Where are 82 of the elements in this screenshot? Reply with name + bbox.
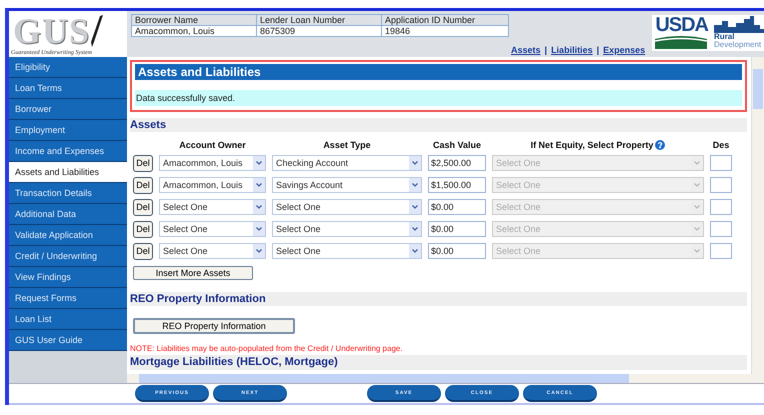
info-header: Application ID Number [382,14,508,26]
asset-type-select[interactable]: Select One [272,199,422,215]
column-header: If Net Equity, Select Property [530,140,654,150]
delete-button[interactable]: Del [133,176,153,194]
sidebar-item[interactable]: Credit / Underwriting [9,246,127,267]
section-heading: Mortgage Liabilities (HELOC, Mortgage) [130,355,747,370]
owner-select[interactable]: Amacommon, Louis [159,155,266,171]
section-link[interactable]: Liabilities [551,45,593,55]
help-icon[interactable] [655,140,666,150]
info-cell: 19846 [382,26,508,36]
panel-title: Assets and Liabilities [135,64,742,80]
description-field[interactable] [710,199,732,215]
info-cell: Amacommon, Louis [132,26,256,36]
caret-icon [409,178,421,192]
delete-button[interactable]: Del [133,220,153,238]
asset-type-select[interactable]: Select One [272,221,422,237]
link-separator: | [596,45,600,55]
delete-button[interactable]: Del [133,198,153,216]
note-text: NOTE: Liabilities may be auto-populated from the Credit / Underwriting page. [130,344,404,353]
town-skyline-icon [714,15,764,33]
section-link[interactable]: Assets [511,45,541,55]
caret-icon [409,222,421,236]
owner-select[interactable]: Select One [159,243,266,259]
sidebar-item[interactable]: Request Forms [9,288,127,309]
sidebar-item[interactable]: GUS User Guide [9,330,127,351]
insert-assets-button[interactable]: Insert More Assets [133,266,253,280]
pen-icon [90,14,104,48]
sidebar-item[interactable]: Employment [9,120,127,141]
cash-value-field[interactable]: $1,500.00 [428,177,486,193]
cash-value-field[interactable]: $0.00 [428,243,486,259]
owner-select[interactable]: Select One [159,221,266,237]
sidebar-item[interactable]: Loan List [9,309,127,330]
delete-button[interactable]: Del [133,154,153,172]
caret-icon [253,200,265,214]
sidebar-item[interactable]: Validate Application [9,225,127,246]
description-field[interactable] [710,155,732,171]
caret-icon [253,222,265,236]
caret-icon [409,200,421,214]
section-heading: REO Property Information [130,292,747,306]
column-header: Des [712,140,730,150]
info-cell: 8675309 [256,26,382,36]
vertical-scrollbar[interactable] [751,57,764,374]
cash-value-field[interactable]: $0.00 [428,221,486,237]
info-header: Lender Loan Number [256,14,382,26]
logo-title: GUS [13,11,90,51]
link-separator: | [544,45,548,55]
sidebar-item[interactable]: Eligibility [9,57,127,78]
section-heading: Assets [130,118,747,132]
owner-select[interactable]: Select One [159,199,266,215]
caret-icon [409,244,421,258]
usda-logo-text: USDA [655,15,708,35]
description-field[interactable] [710,243,732,259]
caret-icon [409,156,421,170]
horizontal-scrollbar[interactable] [127,374,764,383]
caret-icon [253,244,265,258]
sidebar-item[interactable]: Transaction Details [9,183,127,204]
sidebar-item[interactable]: View Findings [9,267,127,288]
sidebar-item[interactable]: Loan Terms [9,78,127,99]
development-text: Development [714,41,762,49]
asset-type-select[interactable]: Checking Account [272,155,422,171]
owner-select[interactable]: Amacommon, Louis [159,177,266,193]
reo-button[interactable]: REO Property Information [133,318,295,334]
section-link[interactable]: Expenses [603,45,646,55]
description-field[interactable] [710,221,732,237]
column-header: Asset Type [322,140,372,150]
asset-type-select[interactable]: Select One [272,243,422,259]
rural-text: Rural [714,33,736,41]
sidebar-item[interactable]: Income and Expenses [9,141,127,162]
description-field[interactable] [710,177,732,193]
delete-button[interactable]: Del [133,242,153,260]
asset-type-select[interactable]: Savings Account [272,177,422,193]
column-header: Cash Value [432,140,482,150]
caret-icon [253,156,265,170]
cash-value-field[interactable]: $2,500.00 [428,155,486,171]
sidebar-item[interactable]: Additional Data [9,204,127,225]
sidebar-item[interactable]: Borrower [9,99,127,120]
caret-icon [253,178,265,192]
success-message: Data successfully saved. [135,90,742,106]
info-header: Borrower Name [132,14,256,26]
column-header: Account Owner [178,140,247,150]
sidebar-item[interactable]: Assets and Liabilities [9,162,127,183]
cash-value-field[interactable]: $0.00 [428,199,486,215]
